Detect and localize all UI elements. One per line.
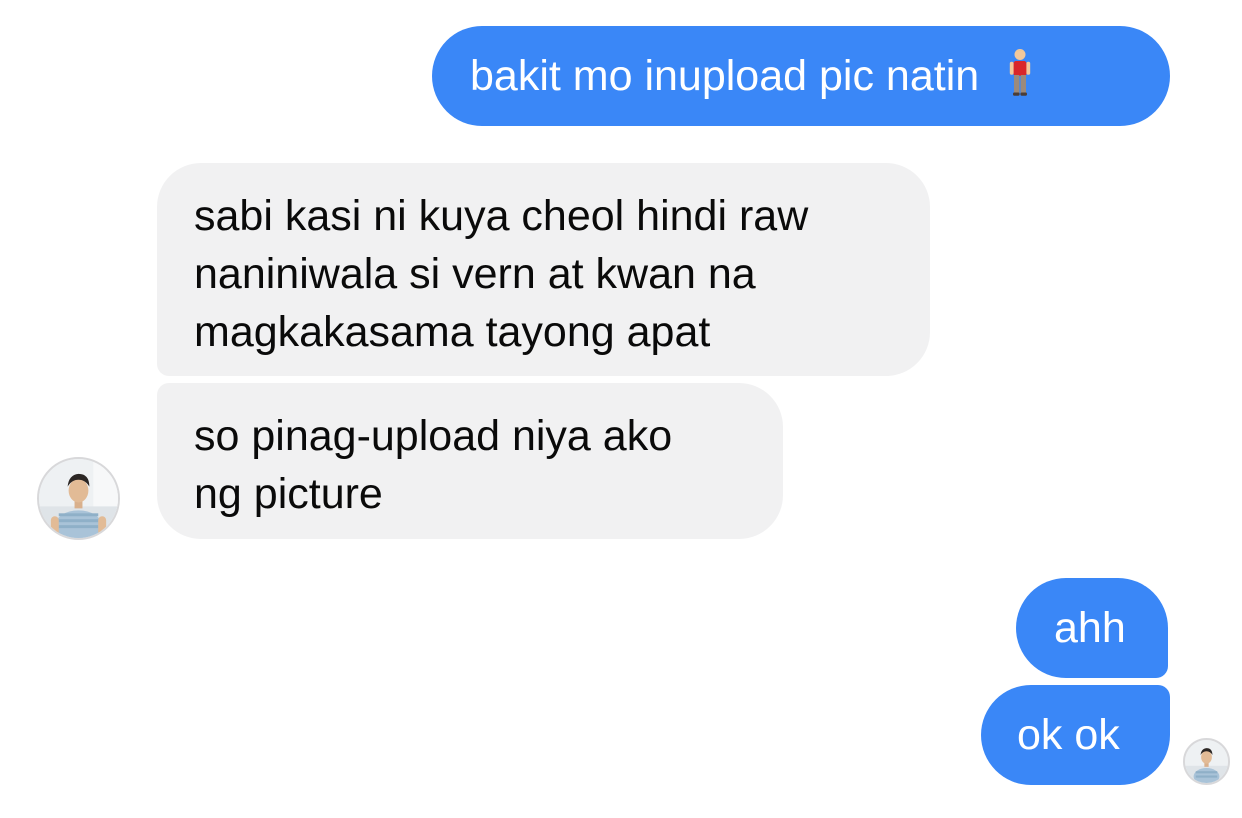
outgoing-message-bubble[interactable]: bakit mo inupload pic natin	[432, 26, 1170, 126]
outgoing-message-bubble[interactable]: ahh	[1016, 578, 1168, 678]
incoming-message-bubble[interactable]: sabi kasi ni kuya cheol hindi raw nanini…	[157, 163, 930, 376]
message-line: naniniwala si vern at kwan na	[194, 250, 756, 298]
contact-avatar[interactable]	[37, 457, 120, 540]
message-line: so pinag-upload niya ako	[194, 412, 673, 460]
read-receipt-avatar-icon	[1185, 740, 1228, 783]
message-text: ok ok	[1017, 711, 1120, 759]
person-standing-emoji-icon	[1007, 48, 1033, 113]
message-text: bakit mo inupload pic natin	[470, 52, 980, 100]
outgoing-message-bubble[interactable]: ok ok	[981, 685, 1170, 785]
message-line: sabi kasi ni kuya cheol hindi raw	[194, 192, 809, 240]
message-text: ahh	[1054, 604, 1126, 652]
message-line: ng picture	[194, 470, 383, 518]
message-line: magkakasama tayong apat	[194, 308, 711, 356]
read-receipt-avatar	[1183, 738, 1230, 785]
incoming-message-bubble[interactable]: so pinag-upload niya ako ng picture	[157, 383, 783, 539]
profile-photo-avatar-icon	[39, 459, 118, 538]
